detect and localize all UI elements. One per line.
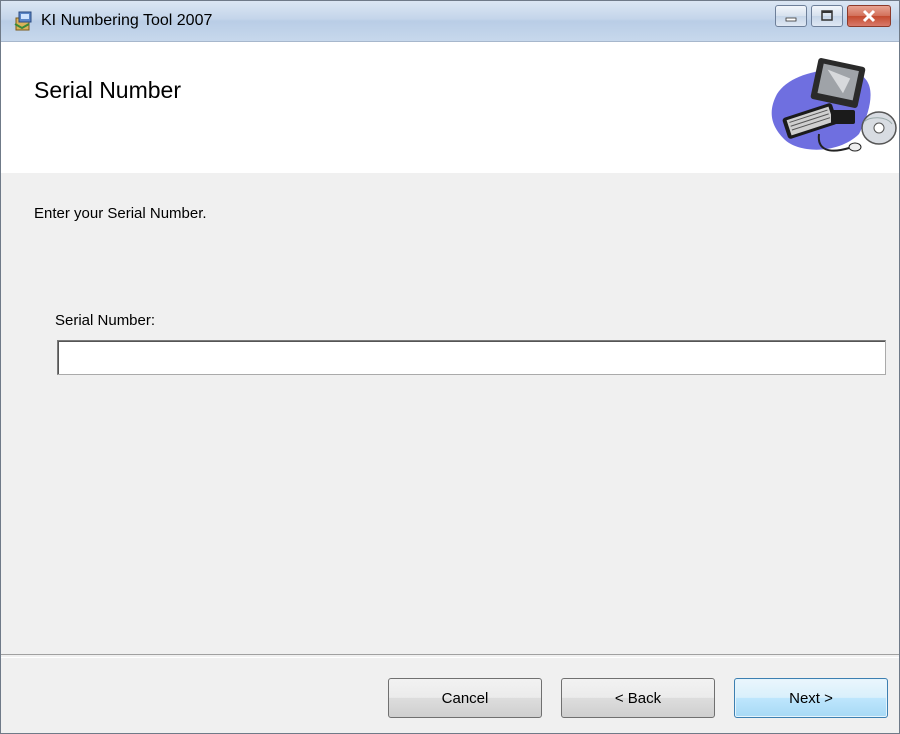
caption-buttons (771, 5, 891, 31)
installer-package-icon (13, 10, 35, 32)
computer-setup-icon (759, 54, 899, 164)
window-title: KI Numbering Tool 2007 (41, 12, 213, 29)
minimize-button[interactable] (775, 5, 807, 27)
maximize-button[interactable] (811, 5, 843, 27)
close-button[interactable] (847, 5, 891, 27)
page-title: Serial Number (34, 77, 181, 103)
serial-number-label: Serial Number: (55, 312, 156, 329)
cancel-button[interactable]: Cancel (388, 678, 542, 718)
serial-number-input[interactable] (57, 340, 886, 375)
back-button[interactable]: < Back (561, 678, 715, 718)
maximize-icon (812, 6, 842, 26)
footer-separator (1, 654, 899, 658)
header-banner: Serial Number (1, 42, 899, 173)
minimize-icon (776, 6, 806, 26)
next-button[interactable]: Next > (734, 678, 888, 718)
instruction-text: Enter your Serial Number. (34, 205, 207, 222)
installer-window: KI Numbering Tool 2007 Serial Number Ent… (0, 0, 900, 734)
banner-divider (1, 172, 899, 173)
title-bar[interactable]: KI Numbering Tool 2007 (1, 1, 899, 42)
close-icon (848, 6, 890, 26)
